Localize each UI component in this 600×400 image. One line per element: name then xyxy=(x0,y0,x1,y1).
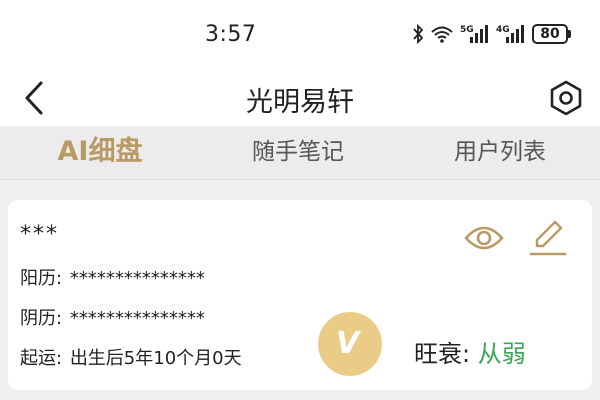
chevron-left-icon xyxy=(25,81,43,115)
lunar-date-row: 阴历: *************** xyxy=(20,304,205,330)
status-time: 3:57 xyxy=(205,22,257,47)
status-icons: 5G 4G 80 xyxy=(412,22,571,46)
watermark-logo: V xyxy=(318,312,382,376)
signal-5g-icon: 5G xyxy=(460,25,488,43)
luck-label: 起运: xyxy=(20,348,63,369)
profile-name: *** xyxy=(20,222,59,247)
solar-label: 阳历: xyxy=(20,268,63,289)
strength-row: 旺衰: 从弱 xyxy=(414,334,526,369)
back-button[interactable] xyxy=(14,78,54,118)
battery-icon: 80 xyxy=(532,24,571,44)
strength-value: 从弱 xyxy=(477,340,526,368)
status-bar: 3:57 5G 4G 80 xyxy=(0,0,600,68)
tab-ai-detail[interactable]: AI细盘 xyxy=(20,126,180,180)
hexagon-settings-icon xyxy=(550,80,582,116)
luck-value: 出生后5年10个月0天 xyxy=(69,348,242,369)
bluetooth-icon xyxy=(413,24,424,44)
strength-label: 旺衰: xyxy=(414,340,471,368)
tab-notes[interactable]: 随手笔记 xyxy=(218,126,378,180)
svg-text:5G: 5G xyxy=(460,25,474,35)
tab-bar: AI细盘 随手笔记 用户列表 xyxy=(0,126,600,180)
wifi-icon xyxy=(431,26,453,43)
page-title: 光明易轩 xyxy=(246,87,354,118)
tab-user-list[interactable]: 用户列表 xyxy=(420,126,580,180)
solar-date-row: 阳历: *************** xyxy=(20,264,205,290)
settings-button[interactable] xyxy=(544,76,588,120)
signal-4g-icon: 4G xyxy=(496,25,524,43)
luck-start-row: 起运: 出生后5年10个月0天 xyxy=(20,344,242,370)
profile-card[interactable]: *** 阳历: *************** 阴历: ************… xyxy=(8,200,592,390)
lunar-label: 阴历: xyxy=(20,308,63,329)
solar-value: *************** xyxy=(69,268,205,289)
svg-text:4G: 4G xyxy=(496,25,510,35)
edit-icon xyxy=(529,220,567,256)
edit-button[interactable] xyxy=(524,214,572,260)
view-button[interactable] xyxy=(460,218,508,258)
battery-level: 80 xyxy=(532,24,568,44)
nav-bar: 光明易轩 xyxy=(0,68,600,126)
lunar-value: *************** xyxy=(69,308,205,329)
eye-icon xyxy=(464,226,504,250)
